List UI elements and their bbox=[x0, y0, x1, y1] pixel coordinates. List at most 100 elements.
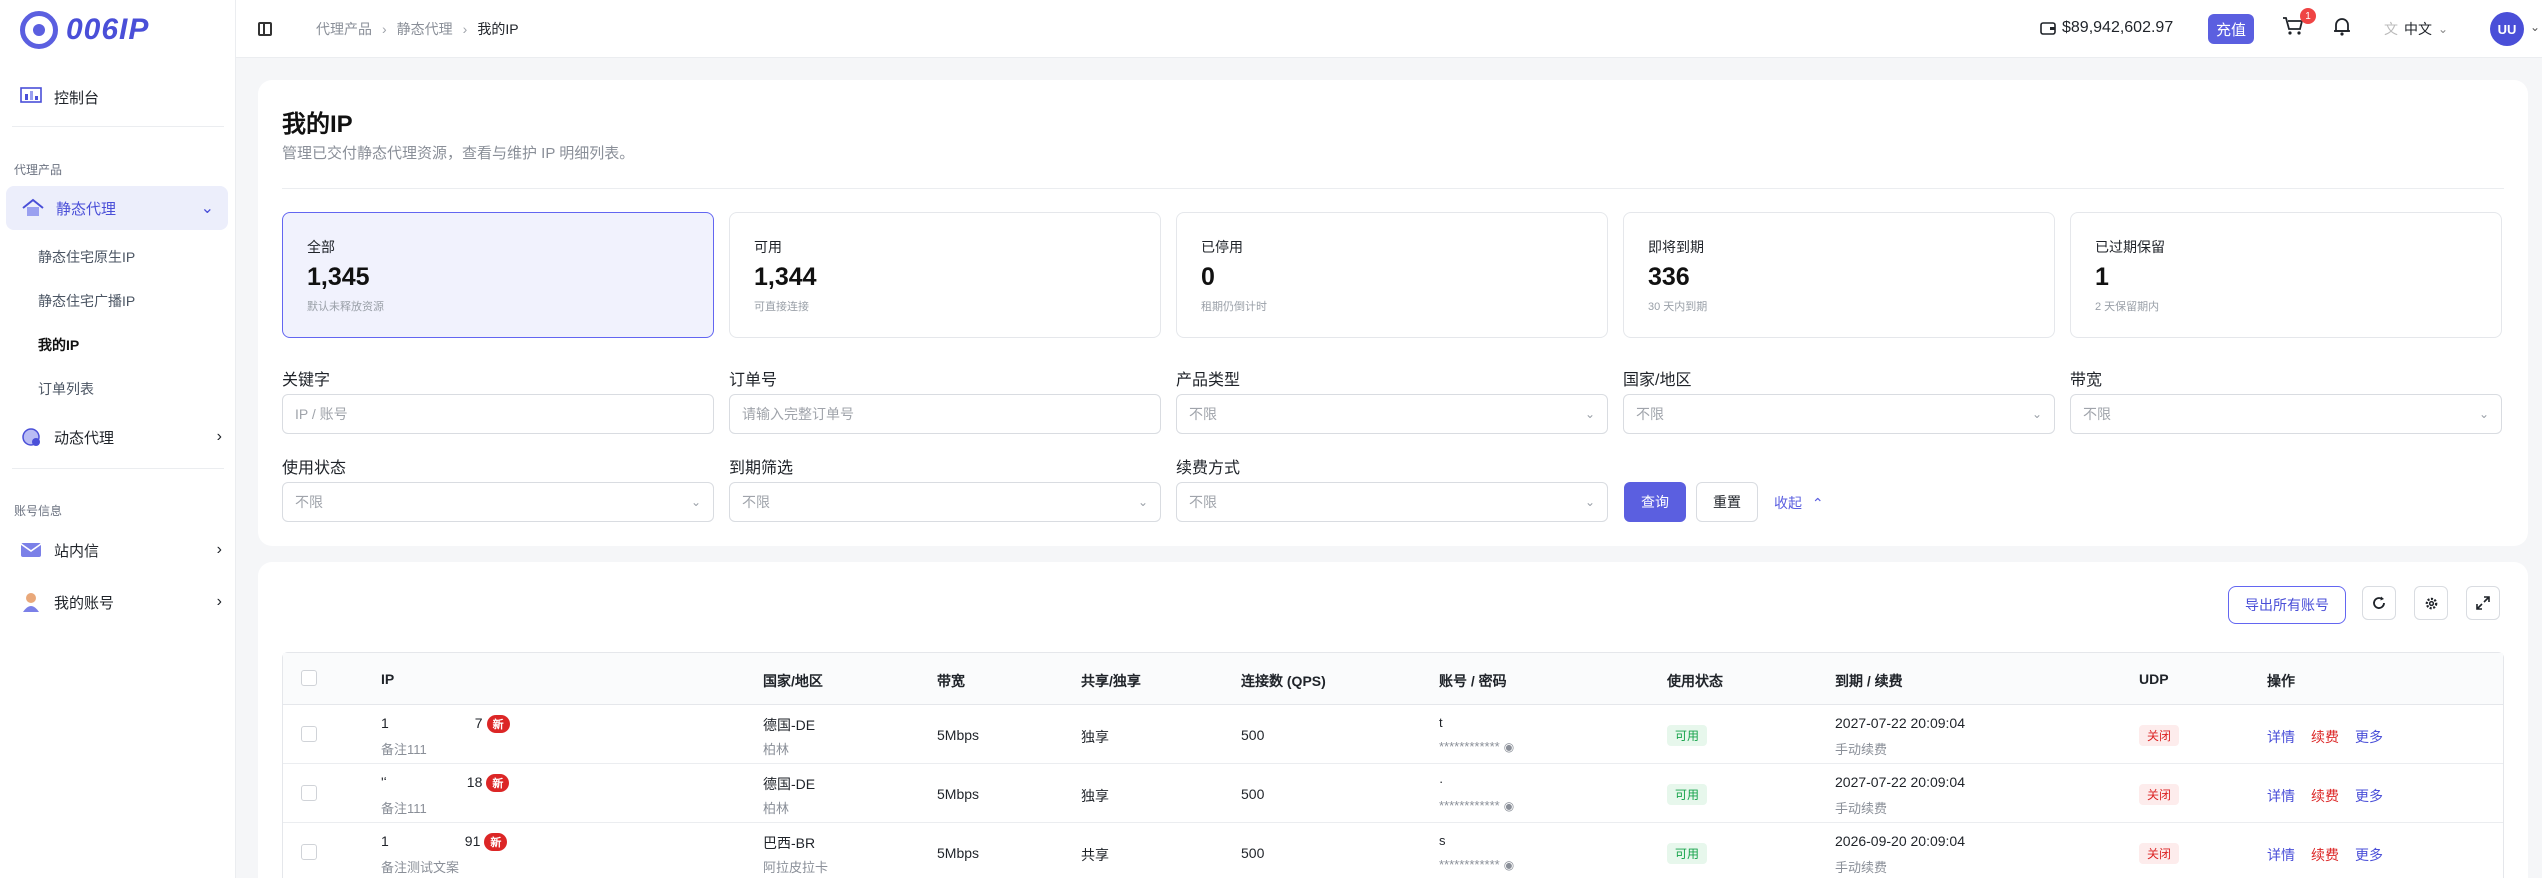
stat-label: 即将到期 bbox=[1648, 239, 1704, 255]
bell-icon[interactable] bbox=[2332, 16, 2352, 42]
sidebar-subitem-broadcast[interactable]: 静态住宅广播IP bbox=[38, 291, 135, 311]
stat-card-expired[interactable]: 已过期保留 1 2 天保留期内 bbox=[2070, 212, 2502, 338]
renew-select[interactable]: 不限 ⌄ bbox=[1176, 482, 1608, 522]
export-all-button[interactable]: 导出所有账号 bbox=[2228, 586, 2346, 624]
column-header: IP bbox=[381, 671, 395, 687]
collapse-button[interactable]: 收起 ⌃ bbox=[1774, 493, 1824, 513]
collapse-label: 收起 bbox=[1774, 495, 1802, 511]
stat-card-all[interactable]: 全部 1,345 默认未释放资源 bbox=[282, 212, 714, 338]
ip-table: IP 国家/地区 带宽 共享/独享 连接数 (QPS) 账号 / 密码 使用状态… bbox=[282, 652, 2504, 878]
stat-label: 已停用 bbox=[1201, 239, 1243, 255]
stat-card-disabled[interactable]: 已停用 0 租期仍倒计时 bbox=[1176, 212, 1608, 338]
sidebar-toggle-icon[interactable] bbox=[258, 22, 272, 36]
page-subtitle: 管理已交付静态代理资源，查看与维护 IP 明细列表。 bbox=[282, 145, 635, 162]
password-mask: ************ bbox=[1439, 739, 1500, 754]
refresh-icon[interactable] bbox=[2362, 586, 2396, 620]
chevron-up-icon: ⌃ bbox=[1811, 495, 1824, 511]
detail-link[interactable]: 详情 bbox=[2267, 786, 2295, 806]
chevron-down-icon: ⌄ bbox=[690, 495, 701, 509]
stat-card-expiring[interactable]: 即将到期 336 30 天内到期 bbox=[1623, 212, 2055, 338]
city-cell: 柏林 bbox=[763, 801, 790, 816]
table-row: 1 7新 备注111 德国-DE 柏林 5Mbps 独享 500 t ******… bbox=[283, 705, 2503, 764]
row-checkbox[interactable] bbox=[301, 785, 317, 801]
settings-icon[interactable] bbox=[2414, 586, 2448, 620]
wallet-icon bbox=[2040, 22, 2056, 35]
renew-link[interactable]: 续费 bbox=[2311, 727, 2339, 747]
status-select[interactable]: 不限 ⌄ bbox=[282, 482, 714, 522]
brand-logo[interactable]: 006IP bbox=[20, 11, 149, 49]
breadcrumb-item[interactable]: 代理产品 bbox=[316, 19, 372, 39]
chevron-down-icon: ⌄ bbox=[1137, 495, 1148, 509]
column-header: 共享/独享 bbox=[1081, 673, 1141, 689]
chevron-down-icon: ⌄ bbox=[2031, 407, 2042, 421]
keyword-input[interactable]: IP / 账号 bbox=[282, 394, 714, 434]
chevron-down-icon: ⌄ bbox=[2478, 407, 2489, 421]
chevron-right-icon: › bbox=[216, 541, 222, 558]
translate-icon: 文 bbox=[2384, 21, 2398, 37]
sidebar-item-static-proxy[interactable]: 静态代理 ⌄ bbox=[6, 186, 228, 230]
reset-button[interactable]: 重置 bbox=[1696, 482, 1758, 522]
sidebar-subitem-native[interactable]: 静态住宅原生IP bbox=[38, 247, 135, 267]
password-mask: ************ bbox=[1439, 857, 1500, 872]
select-all-checkbox[interactable] bbox=[301, 670, 317, 686]
select-value: 不限 bbox=[1189, 406, 1217, 422]
sidebar-item-dynamic-proxy[interactable]: 动态代理 › bbox=[0, 424, 236, 450]
chevron-right-icon: › bbox=[216, 593, 222, 610]
renew-link[interactable]: 续费 bbox=[2311, 786, 2339, 806]
stat-hint: 租期仍倒计时 bbox=[1201, 301, 1267, 313]
qps-cell: 500 bbox=[1241, 786, 1265, 802]
globe-icon bbox=[18, 426, 44, 448]
avatar[interactable]: UU bbox=[2490, 12, 2524, 46]
ip-note: 备注测试文案 bbox=[381, 860, 460, 875]
sidebar-item-label: 站内信 bbox=[54, 542, 100, 560]
expiry-select[interactable]: 不限 ⌄ bbox=[729, 482, 1161, 522]
more-link[interactable]: 更多 bbox=[2355, 727, 2383, 747]
chevron-right-icon: › bbox=[216, 428, 222, 445]
sidebar-subitem-my-ip[interactable]: 我的IP bbox=[38, 335, 79, 355]
bandwidth-cell: 5Mbps bbox=[937, 786, 980, 802]
chevron-down-icon: ⌄ bbox=[200, 200, 214, 217]
section-label: 账号信息 bbox=[14, 504, 63, 518]
language-switcher[interactable]: 文 中文 ⌄ bbox=[2384, 19, 2448, 39]
sidebar-item-dashboard[interactable]: 控制台 bbox=[0, 82, 236, 112]
divider bbox=[12, 126, 224, 127]
recharge-button[interactable]: 充值 bbox=[2208, 14, 2254, 44]
country-select[interactable]: 不限 ⌄ bbox=[1623, 394, 2055, 434]
detail-link[interactable]: 详情 bbox=[2267, 845, 2295, 865]
more-link[interactable]: 更多 bbox=[2355, 786, 2383, 806]
stat-label: 全部 bbox=[307, 239, 335, 255]
select-value: 不限 bbox=[1636, 406, 1664, 422]
sidebar-subitem-orders[interactable]: 订单列表 bbox=[38, 379, 94, 399]
eye-icon[interactable]: ◉ bbox=[1504, 740, 1514, 754]
order-input[interactable]: 请输入完整订单号 bbox=[729, 394, 1161, 434]
row-checkbox[interactable] bbox=[301, 726, 317, 742]
bandwidth-cell: 5Mbps bbox=[937, 845, 980, 861]
expiry-cell: 2026-09-20 20:09:04 bbox=[1835, 833, 1965, 849]
stat-card-available[interactable]: 可用 1,344 可直接连接 bbox=[729, 212, 1161, 338]
order-placeholder: 请输入完整订单号 bbox=[742, 406, 854, 422]
breadcrumb-item: 我的IP bbox=[477, 21, 519, 37]
country-label: 国家/地区 bbox=[1623, 372, 1692, 389]
fullscreen-icon[interactable] bbox=[2466, 586, 2500, 620]
more-link[interactable]: 更多 bbox=[2355, 845, 2383, 865]
sidebar-item-messages[interactable]: 站内信 › bbox=[0, 537, 236, 563]
new-badge: 新 bbox=[486, 715, 510, 733]
product-type-select[interactable]: 不限 ⌄ bbox=[1176, 394, 1608, 434]
bandwidth-select[interactable]: 不限 ⌄ bbox=[2070, 394, 2502, 434]
breadcrumb-item[interactable]: 静态代理 bbox=[397, 19, 453, 39]
table-row: 'ʻ 18 新 备注111 德国-DE 柏林 5Mbps 独享 500 · ****… bbox=[283, 764, 2503, 823]
row-checkbox[interactable] bbox=[301, 844, 317, 860]
eye-icon[interactable]: ◉ bbox=[1504, 858, 1514, 872]
detail-link[interactable]: 详情 bbox=[2267, 727, 2295, 747]
share-cell: 共享 bbox=[1081, 847, 1109, 863]
table-row: 1 91 新 备注测试文案 巴西-BR 阿拉皮拉卡 5Mbps 共享 500 s *… bbox=[283, 823, 2503, 878]
renew-link[interactable]: 续费 bbox=[2311, 845, 2339, 865]
query-button[interactable]: 查询 bbox=[1624, 482, 1686, 522]
chevron-down-icon[interactable]: ⌄ bbox=[2530, 20, 2540, 34]
stat-value: 1,345 bbox=[307, 263, 370, 291]
sidebar-item-my-account[interactable]: 我的账号 › bbox=[0, 589, 236, 615]
sidebar-item-label: 我的账号 bbox=[54, 594, 115, 612]
eye-icon[interactable]: ◉ bbox=[1504, 799, 1514, 813]
ip-suffix: 18 bbox=[466, 774, 483, 790]
product-type-label: 产品类型 bbox=[1176, 372, 1241, 389]
